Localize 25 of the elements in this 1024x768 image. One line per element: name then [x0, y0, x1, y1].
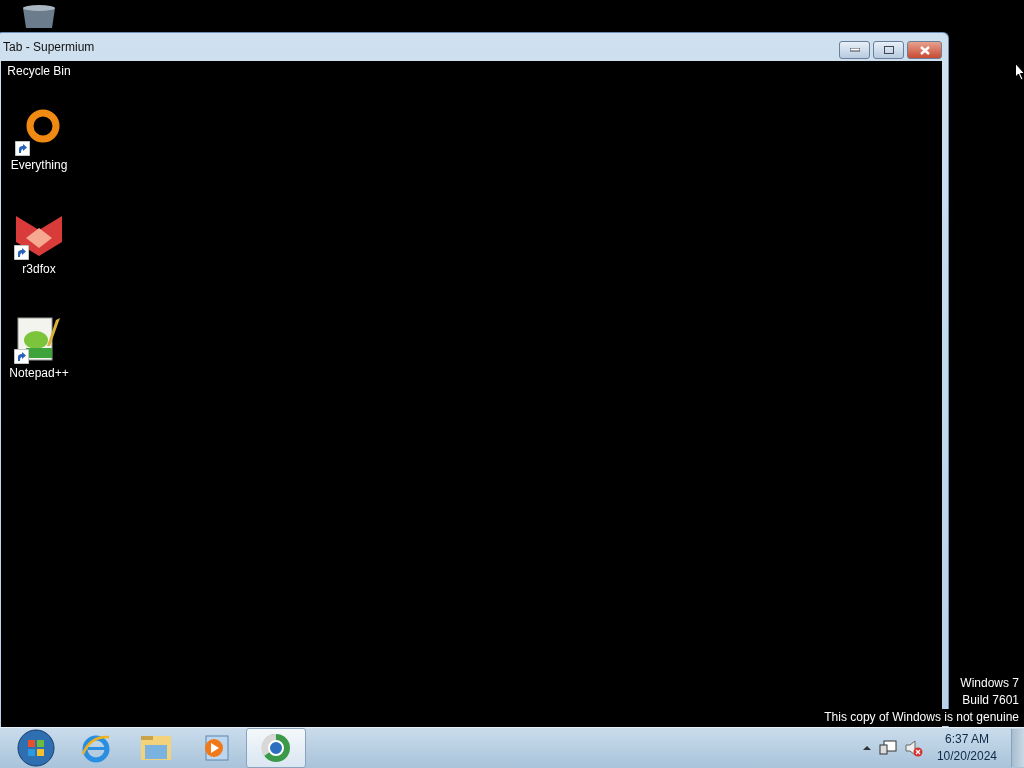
close-button[interactable]	[907, 41, 942, 59]
shortcut-arrow-icon	[15, 141, 30, 156]
shortcut-arrow-icon	[14, 349, 29, 364]
clock-date[interactable]: 10/20/2024	[936, 748, 997, 765]
maximize-button[interactable]	[873, 41, 904, 59]
recycle-bin-icon[interactable]	[21, 4, 57, 28]
taskbar-button[interactable]	[246, 728, 306, 768]
shortcut-arrow-icon	[14, 245, 29, 260]
maximize-icon	[883, 46, 894, 54]
caret-up-icon[interactable]	[862, 745, 871, 751]
minimize-button[interactable]	[839, 41, 870, 59]
window-title: Tab - Supermium	[3, 40, 95, 54]
browser-globe-icon[interactable]	[260, 732, 292, 764]
media-player-icon[interactable]	[202, 734, 230, 762]
network-icon[interactable]	[878, 739, 897, 757]
close-icon	[919, 45, 930, 55]
windows-start-orb-icon[interactable]	[17, 729, 55, 767]
desktop-icon-label[interactable]: r3dfox	[22, 262, 56, 276]
desktop-icon-label[interactable]: Notepad++	[9, 366, 69, 380]
muted-speaker-icon[interactable]	[904, 739, 923, 757]
desktop-icon-label[interactable]: Everything	[10, 158, 68, 172]
minimize-icon	[849, 48, 860, 52]
desktop-icon-label[interactable]: Recycle Bin	[7, 64, 71, 78]
clock-time[interactable]: 6:37 AM	[944, 731, 989, 748]
watermark-text: This copy of Windows is not genuine	[822, 709, 1019, 726]
